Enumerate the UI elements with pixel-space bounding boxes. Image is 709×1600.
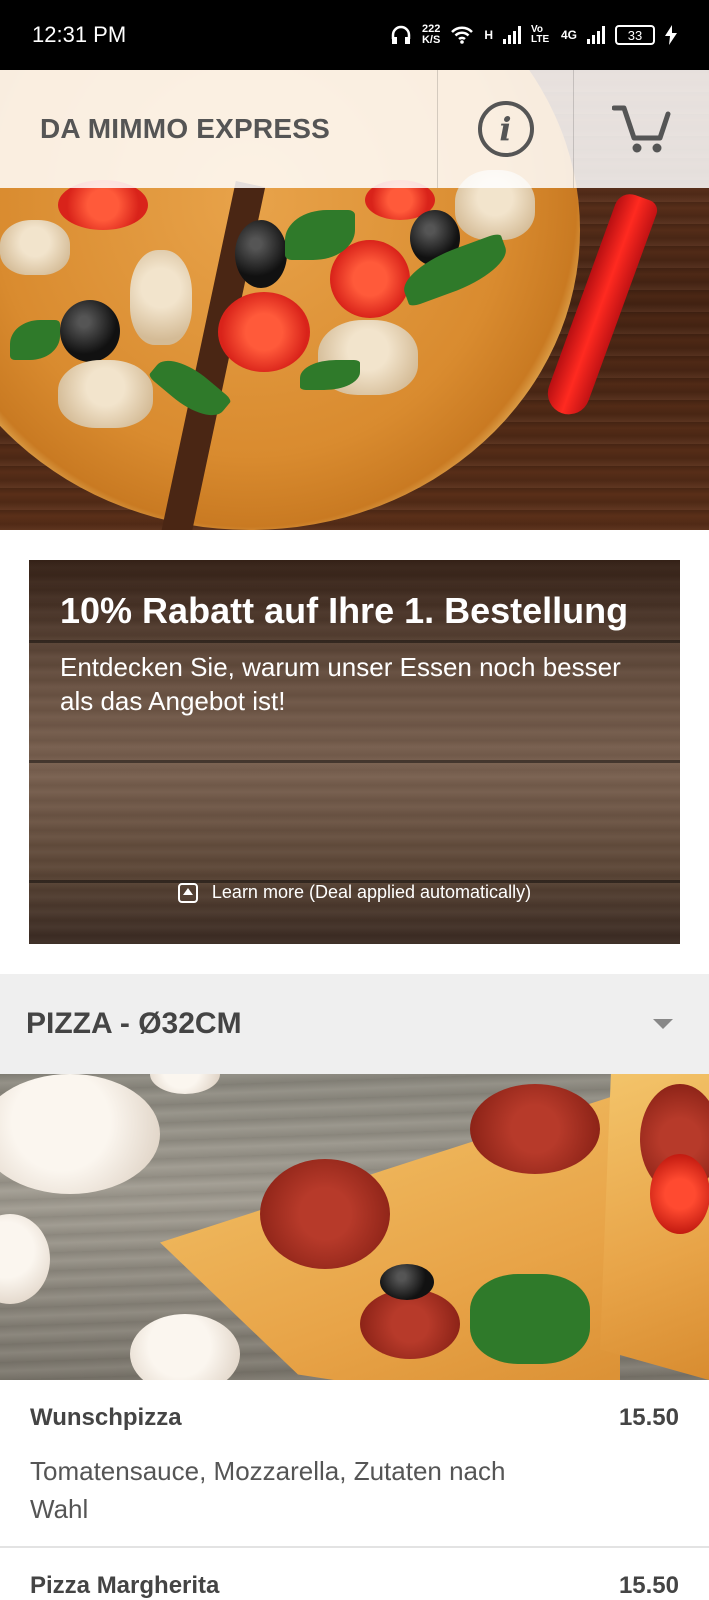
item-name: Wunschpizza bbox=[30, 1404, 182, 1431]
chevron-down-icon bbox=[653, 1019, 673, 1029]
promo-title: 10% Rabatt auf Ihre 1. Bestellung bbox=[60, 590, 629, 631]
status-bar: 12:31 PM 222 K/S H Vo LTE 4G 33 bbox=[0, 0, 709, 70]
item-price: 15.50 bbox=[618, 1572, 679, 1599]
cart-icon bbox=[611, 105, 670, 153]
learn-more-label: Learn more (Deal applied automatically) bbox=[211, 882, 532, 902]
network-speed: 222 K/S bbox=[422, 24, 440, 46]
info-button[interactable]: i bbox=[437, 70, 573, 188]
signal-bars-icon bbox=[502, 26, 521, 44]
category-header[interactable]: PIZZA - Ø32CM bbox=[0, 974, 709, 1074]
network-type-h: H bbox=[484, 28, 493, 42]
item-description: Tomatensauce, Mozzarella, Zutaten nach W… bbox=[30, 1456, 506, 1524]
cart-button[interactable] bbox=[573, 70, 709, 188]
promo-card[interactable]: 10% Rabatt auf Ihre 1. Bestellung Entdec… bbox=[29, 560, 680, 944]
menu-item-margherita[interactable]: Pizza Margherita 15.50 bbox=[0, 1572, 709, 1600]
category-image bbox=[0, 1074, 709, 1380]
battery-icon: 33 bbox=[615, 25, 655, 45]
info-icon: i bbox=[477, 101, 534, 157]
menu-item-wunschpizza[interactable]: Wunschpizza 15.50 Tomatensauce, Mozzarel… bbox=[0, 1404, 709, 1528]
wifi-icon bbox=[451, 26, 474, 44]
divider bbox=[0, 1546, 709, 1548]
item-price: 15.50 bbox=[618, 1404, 679, 1431]
promo-subtitle: Entdecken Sie, warum unser Essen noch be… bbox=[60, 652, 621, 716]
headphones-icon bbox=[391, 25, 411, 44]
status-time: 12:31 PM bbox=[32, 22, 127, 47]
signal-bars-icon bbox=[587, 26, 605, 44]
charging-icon bbox=[665, 25, 677, 45]
network-type-4g: 4G bbox=[560, 28, 577, 42]
network-speed-unit: K/S bbox=[421, 34, 441, 46]
expand-up-icon bbox=[177, 882, 198, 903]
category-title: PIZZA - Ø32CM bbox=[26, 1007, 242, 1040]
learn-more-link[interactable]: Learn more (Deal applied automatically) bbox=[29, 882, 680, 903]
restaurant-name: DA MIMMO EXPRESS bbox=[40, 113, 330, 144]
volte-label: Vo LTE bbox=[530, 24, 550, 45]
item-name: Pizza Margherita bbox=[30, 1572, 220, 1599]
status-icons: 222 K/S H Vo LTE 4G 33 bbox=[390, 24, 677, 46]
app-header: DA MIMMO EXPRESS i bbox=[0, 70, 709, 188]
